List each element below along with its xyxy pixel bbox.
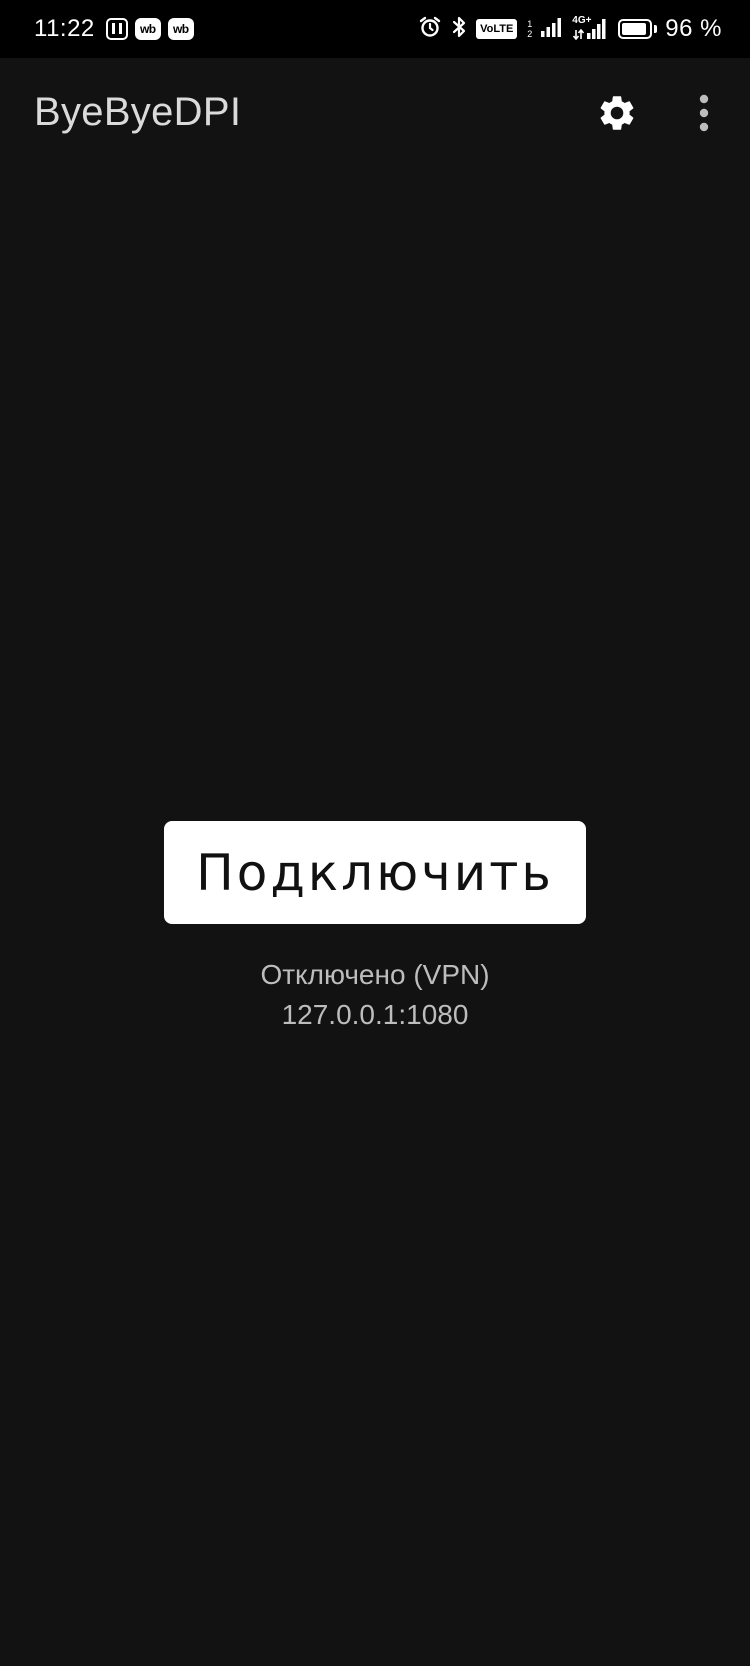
signal-icon	[540, 16, 564, 43]
battery-level	[622, 23, 647, 35]
volte-icon: VoLTE	[476, 19, 518, 39]
battery-icon	[618, 19, 653, 39]
app-title: ByeByeDPI	[34, 90, 242, 134]
connect-button[interactable]: Подключить	[164, 821, 586, 924]
wb-notification-icon: wb	[134, 18, 161, 40]
volte-sim-bottom: 2	[527, 29, 533, 39]
status-bar-right: VoLTE 1 2 4G+ 96 %	[418, 0, 722, 58]
proxy-address: 127.0.0.1:1080	[281, 999, 469, 1030]
more-options-button[interactable]	[686, 88, 722, 138]
status-time: 11:22	[34, 15, 95, 42]
gear-icon	[600, 96, 634, 130]
battery-tip	[654, 25, 658, 33]
wb-notification-icon: wb	[167, 18, 194, 40]
settings-button[interactable]	[592, 88, 642, 138]
more-vert-icon	[699, 94, 709, 132]
signal-4g-icon: 4G+	[572, 15, 610, 41]
volte-sim-indicator: 1 2	[527, 19, 532, 39]
alarm-icon	[418, 15, 442, 44]
status-bar-left: 11:22 wb wb	[34, 0, 194, 58]
app-screen: 11:22 wb wb VoLTE 1 2 4G+ 96 % ByeByeDPI…	[0, 0, 750, 1666]
bluetooth-icon	[450, 15, 468, 44]
volte-sim-top: 1	[527, 19, 533, 29]
connection-status: Отключено (VPN) 127.0.0.1:1080	[0, 955, 750, 1035]
battery-percent: 96 %	[665, 15, 722, 42]
status-bar: 11:22 wb wb VoLTE 1 2 4G+ 96 %	[0, 0, 750, 58]
nfc-icon	[105, 18, 128, 40]
connection-status-text: Отключено (VPN)	[260, 959, 490, 990]
app-bar: ByeByeDPI	[0, 58, 750, 178]
